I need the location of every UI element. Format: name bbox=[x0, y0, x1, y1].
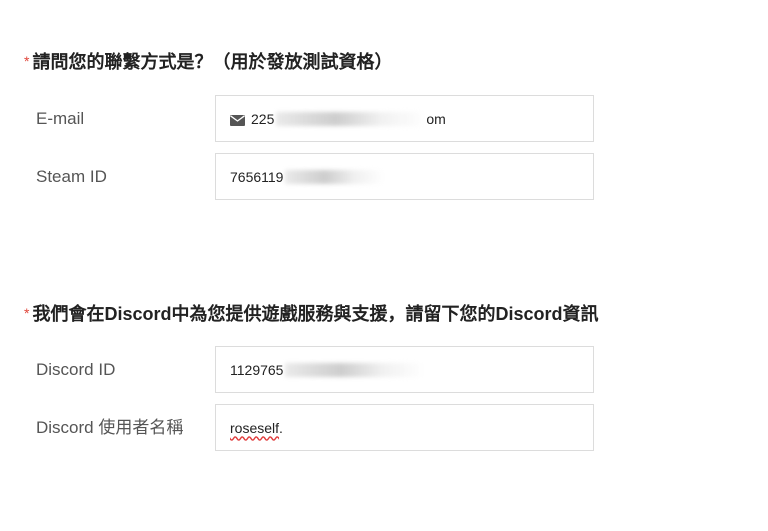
steam-id-field[interactable]: 7656119 bbox=[215, 153, 594, 200]
discord-id-redacted bbox=[285, 362, 426, 377]
discord-name-suffix: . bbox=[279, 419, 283, 436]
discord-id-label: Discord ID bbox=[36, 360, 116, 379]
contact-question-title: * 請問您的聯繫方式是？（用於發放測試資格） bbox=[24, 48, 392, 74]
mail-icon bbox=[230, 113, 245, 126]
contact-question-text: 請問您的聯繫方式是？（用於發放測試資格） bbox=[32, 52, 393, 72]
steam-id-redacted bbox=[285, 169, 386, 184]
discord-name-field[interactable]: roseself. bbox=[215, 404, 594, 451]
steam-id-row: Steam ID 7656119 bbox=[36, 153, 596, 201]
email-label: E-mail bbox=[36, 109, 85, 128]
email-field[interactable]: 225 om bbox=[215, 95, 594, 142]
discord-id-field[interactable]: 1129765 bbox=[215, 346, 594, 393]
steam-id-value: 7656119 bbox=[230, 168, 284, 185]
required-asterisk: * bbox=[24, 305, 30, 321]
discord-name-value: roseself bbox=[230, 419, 280, 436]
email-redacted bbox=[276, 111, 427, 126]
steam-id-label: Steam ID bbox=[36, 167, 107, 186]
discord-id-row: Discord ID 1129765 bbox=[36, 346, 596, 394]
discord-name-label: Discord 使用者名稱 bbox=[36, 418, 184, 437]
discord-question-text: 我們會在Discord中為您提供遊戲服務與支援，請留下您的Discord資訊 bbox=[32, 304, 599, 324]
email-value: 225 bbox=[251, 110, 275, 127]
discord-question-title: * 我們會在Discord中為您提供遊戲服務與支援，請留下您的Discord資訊 bbox=[24, 300, 598, 326]
email-value-tail: om bbox=[426, 110, 446, 127]
discord-id-value: 1129765 bbox=[230, 361, 284, 378]
required-asterisk: * bbox=[24, 53, 30, 69]
discord-name-row: Discord 使用者名稱 roseself. bbox=[36, 404, 596, 452]
email-row: E-mail 225 om bbox=[36, 95, 596, 143]
